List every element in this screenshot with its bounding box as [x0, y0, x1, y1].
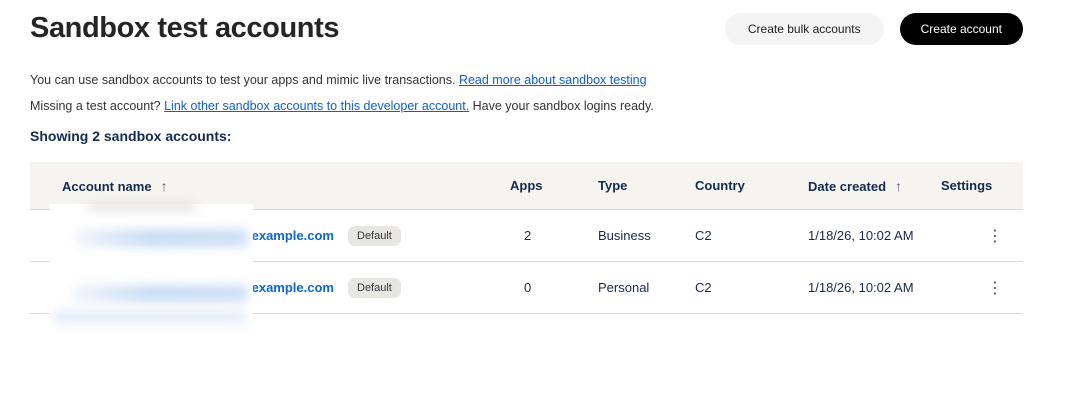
- intro-text-plain: You can use sandbox accounts to test you…: [30, 73, 459, 87]
- missing-account-suffix: Have your sandbox logins ready.: [469, 99, 654, 113]
- settings-menu-button[interactable]: ⋮: [981, 225, 1009, 247]
- column-header-type: Type: [598, 178, 695, 193]
- date-created-cell: 1/18/26, 10:02 AM: [808, 280, 941, 295]
- page-title: Sandbox test accounts: [30, 11, 339, 45]
- settings-cell: ⋮: [941, 225, 1023, 247]
- create-bulk-accounts-button[interactable]: Create bulk accounts: [725, 13, 884, 45]
- settings-cell: ⋮: [941, 277, 1023, 299]
- sort-ascending-icon: ↑: [161, 178, 168, 194]
- intro-text: You can use sandbox accounts to test you…: [30, 72, 1080, 88]
- redaction-blur-bar: [88, 203, 196, 211]
- account-email-link[interactable]: .example.com: [248, 228, 334, 243]
- settings-menu-button[interactable]: ⋮: [981, 277, 1009, 299]
- redacted-account-names-overlay: [50, 204, 253, 328]
- country-cell: C2: [695, 280, 808, 295]
- date-created-header-label: Date created: [808, 179, 886, 194]
- column-header-apps: Apps: [510, 178, 598, 193]
- column-header-account-name[interactable]: Account name ↑: [30, 178, 510, 194]
- sort-ascending-icon: ↑: [895, 178, 902, 194]
- redaction-blur-bar: [76, 229, 248, 247]
- vertical-ellipsis-icon: ⋮: [987, 226, 1003, 245]
- default-badge: Default: [348, 226, 401, 246]
- read-more-sandbox-testing-link[interactable]: Read more about sandbox testing: [459, 73, 647, 87]
- country-cell: C2: [695, 228, 808, 243]
- column-header-country: Country: [695, 178, 808, 193]
- vertical-ellipsis-icon: ⋮: [987, 278, 1003, 297]
- create-account-button[interactable]: Create account: [900, 13, 1023, 45]
- missing-account-prefix: Missing a test account?: [30, 99, 164, 113]
- account-type-cell: Business: [598, 228, 695, 243]
- apps-count-cell: 2: [510, 228, 598, 243]
- account-email-link[interactable]: .example.com: [248, 280, 334, 295]
- account-name-header-label: Account name: [62, 179, 152, 194]
- column-header-settings: Settings: [941, 178, 1023, 193]
- page-header: Sandbox test accounts Create bulk accoun…: [0, 0, 1080, 45]
- link-other-sandbox-accounts-link[interactable]: Link other sandbox accounts to this deve…: [164, 99, 469, 113]
- accounts-count-caption: Showing 2 sandbox accounts:: [30, 128, 1080, 144]
- column-header-date-created[interactable]: Date created ↑: [808, 178, 941, 194]
- missing-account-text: Missing a test account? Link other sandb…: [30, 98, 1080, 114]
- redaction-blur-bar: [54, 310, 246, 324]
- date-created-cell: 1/18/26, 10:02 AM: [808, 228, 941, 243]
- apps-count-cell: 0: [510, 280, 598, 295]
- default-badge: Default: [348, 278, 401, 298]
- account-type-cell: Personal: [598, 280, 695, 295]
- header-actions: Create bulk accounts Create account: [725, 11, 1023, 45]
- redaction-blur-bar: [72, 285, 248, 302]
